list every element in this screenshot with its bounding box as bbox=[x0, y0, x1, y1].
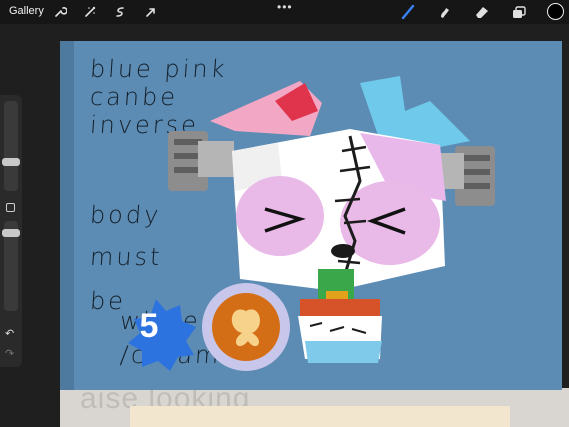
layers-icon[interactable] bbox=[511, 4, 527, 20]
drawing-canvas[interactable]: blue pink canbe inverse body must be whi… bbox=[60, 41, 562, 390]
selection-icon[interactable] bbox=[112, 4, 128, 20]
transform-arrow-icon[interactable] bbox=[143, 4, 159, 20]
gallery-button[interactable]: Gallery bbox=[9, 5, 44, 17]
redo-button[interactable]: ↷ bbox=[5, 347, 14, 360]
color-picker-button[interactable] bbox=[547, 3, 564, 20]
smudge-icon[interactable] bbox=[437, 4, 453, 20]
left-bolt bbox=[168, 131, 234, 191]
reference-photo-panel bbox=[130, 406, 510, 427]
left-eye-patch bbox=[236, 176, 324, 256]
more-options-button[interactable]: ••• bbox=[277, 0, 293, 14]
magic-wand-icon[interactable] bbox=[82, 4, 98, 20]
opacity-thumb[interactable] bbox=[2, 229, 20, 237]
brush-icon[interactable] bbox=[400, 4, 416, 20]
modify-button[interactable] bbox=[6, 203, 15, 212]
brush-size-thumb[interactable] bbox=[2, 158, 20, 166]
belt bbox=[300, 299, 380, 317]
wrench-icon[interactable] bbox=[52, 4, 68, 20]
right-bolt bbox=[438, 146, 495, 206]
eraser-icon[interactable] bbox=[474, 4, 490, 20]
opacity-slider[interactable] bbox=[2, 221, 20, 311]
top-toolbar: Gallery ••• bbox=[0, 0, 569, 24]
nose bbox=[331, 244, 355, 258]
left-sidebar: ↶ ↷ bbox=[0, 95, 22, 367]
level-badge-number: 5 bbox=[139, 307, 159, 345]
brush-size-slider[interactable] bbox=[2, 101, 20, 191]
legs bbox=[305, 341, 382, 363]
reference-photo: aise looking bbox=[60, 388, 569, 427]
undo-button[interactable]: ↶ bbox=[5, 327, 14, 340]
